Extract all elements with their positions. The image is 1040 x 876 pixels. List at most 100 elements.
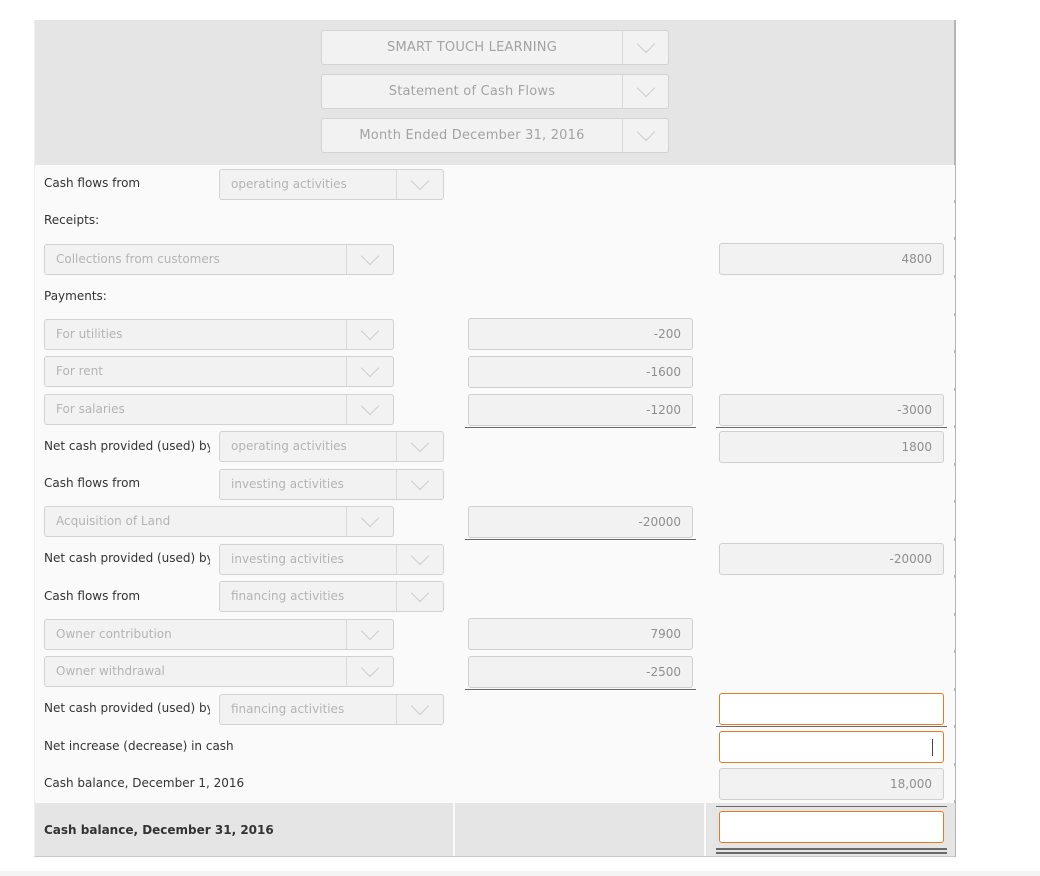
line-item-value: For rent: [56, 364, 103, 378]
row-label: Payments:: [44, 288, 107, 303]
period-value: Month Ended December 31, 2016: [359, 128, 585, 143]
chevron-down-icon[interactable]: [622, 31, 668, 64]
statement-title-select[interactable]: Statement of Cash Flows: [321, 74, 669, 109]
period-select[interactable]: Month Ended December 31, 2016: [321, 118, 669, 153]
activity-type-value: operating activities: [231, 177, 347, 191]
activity-type-value: investing activities: [231, 552, 344, 566]
double-underline-bottom: [716, 852, 947, 854]
activity-type-value: operating activities: [231, 439, 347, 453]
amount-field[interactable]: 7900: [468, 618, 693, 650]
activity-type-select[interactable]: operating activities: [219, 169, 444, 200]
chevron-down-icon[interactable]: [396, 170, 443, 199]
amount-field[interactable]: -1600: [468, 356, 693, 388]
chevron-down-icon[interactable]: [396, 695, 443, 724]
owner-withdrawal-row: Owner withdrawal -2500: [35, 653, 955, 691]
land-row: Acquisition of Land -20000: [35, 503, 955, 541]
owner-contribution-row: Owner contribution 7900: [35, 616, 955, 653]
row-label: Receipts:: [44, 213, 100, 227]
chevron-down-icon[interactable]: [396, 545, 443, 574]
financing-heading-row: Cash flows from financing activities: [35, 578, 955, 616]
receipts-row: Receipts:: [35, 203, 955, 240]
net-increase-input[interactable]: [719, 731, 944, 763]
activity-type-value: financing activities: [231, 702, 345, 716]
utilities-row: For utilities -200: [35, 316, 955, 353]
cash-flow-statement-worksheet: SMART TOUCH LEARNING Statement of Cash F…: [34, 20, 956, 857]
cash-ending-input[interactable]: [719, 811, 944, 843]
payments-row: Payments:: [35, 278, 955, 316]
line-item-select[interactable]: Owner contribution: [44, 619, 394, 650]
row-label: Net cash provided (used) by: [44, 438, 214, 453]
net-increase-row: Net increase (decrease) in cash: [35, 728, 955, 766]
statement-title-value: Statement of Cash Flows: [388, 84, 556, 99]
chevron-down-icon[interactable]: [346, 320, 393, 349]
line-item-value: Owner withdrawal: [56, 664, 165, 678]
company-name-select[interactable]: SMART TOUCH LEARNING: [321, 30, 669, 65]
total-amount-field[interactable]: 18,000: [719, 768, 944, 800]
subtotal-underline: [465, 689, 696, 690]
line-item-value: For utilities: [56, 327, 123, 341]
operating-net-row: Net cash provided (used) by operating ac…: [35, 428, 955, 466]
chevron-down-icon[interactable]: [396, 432, 443, 461]
chevron-down-icon[interactable]: [346, 245, 393, 274]
line-item-value: Acquisition of Land: [56, 514, 171, 528]
row-label: Cash balance, December 1, 2016: [44, 776, 245, 790]
chevron-down-icon[interactable]: [346, 507, 393, 536]
statement-header: SMART TOUCH LEARNING Statement of Cash F…: [35, 20, 954, 165]
amount-field[interactable]: -200: [468, 318, 693, 350]
total-amount-field[interactable]: -20000: [719, 543, 944, 575]
subtotal-underline: [465, 539, 696, 540]
amount-field[interactable]: -1200: [468, 394, 693, 426]
row-label: Cash flows from: [44, 175, 141, 190]
chevron-down-icon[interactable]: [346, 395, 393, 424]
chevron-down-icon[interactable]: [346, 620, 393, 649]
line-item-select[interactable]: Acquisition of Land: [44, 506, 394, 537]
double-underline-top: [716, 848, 947, 850]
line-item-select[interactable]: For utilities: [44, 319, 394, 350]
activity-type-select[interactable]: investing activities: [219, 469, 444, 500]
net-financing-input[interactable]: [719, 693, 944, 725]
activity-type-select[interactable]: financing activities: [219, 581, 444, 612]
activity-type-select[interactable]: operating activities: [219, 431, 444, 462]
row-label: Cash flows from: [44, 476, 141, 490]
row-label: Net increase (decrease) in cash: [44, 738, 234, 753]
total-amount-field[interactable]: 1800: [719, 431, 944, 463]
total-amount-field[interactable]: -3000: [719, 394, 944, 426]
chevron-down-icon[interactable]: [622, 75, 668, 108]
company-name-value: SMART TOUCH LEARNING: [387, 40, 557, 55]
line-item-value: For salaries: [56, 402, 125, 416]
collections-row: Collections from customers 4800: [35, 240, 955, 278]
line-item-select[interactable]: For salaries: [44, 394, 394, 425]
investing-net-row: Net cash provided (used) by investing ac…: [35, 541, 955, 578]
activity-type-select[interactable]: financing activities: [219, 694, 444, 725]
activity-type-select[interactable]: investing activities: [219, 544, 444, 575]
chevron-down-icon[interactable]: [346, 357, 393, 386]
line-item-select[interactable]: Owner withdrawal: [44, 656, 394, 687]
line-item-value: Owner contribution: [56, 627, 172, 641]
row-label: Cash flows from: [44, 588, 141, 603]
line-item-select[interactable]: For rent: [44, 356, 394, 387]
rent-row: For rent -1600: [35, 353, 955, 391]
line-item-select[interactable]: Collections from customers: [44, 244, 394, 275]
subtotal-underline: [716, 726, 947, 727]
text-cursor: [932, 739, 933, 756]
chevron-down-icon[interactable]: [396, 470, 443, 499]
chevron-down-icon[interactable]: [622, 119, 668, 152]
total-amount-field[interactable]: 4800: [719, 243, 944, 275]
operating-heading-row: Cash flows from operating activities: [35, 165, 955, 203]
activity-type-value: financing activities: [231, 589, 345, 603]
salaries-row: For salaries -1200 -3000: [35, 391, 955, 428]
investing-heading-row: Cash flows from investing activities: [35, 466, 955, 503]
row-label: Net cash provided (used) by: [44, 551, 214, 565]
page-bottom-strip: [0, 871, 1040, 876]
amount-field[interactable]: -20000: [468, 506, 693, 538]
chevron-down-icon[interactable]: [396, 582, 443, 611]
line-item-value: Collections from customers: [56, 252, 220, 266]
row-label: Net cash provided (used) by: [44, 701, 214, 715]
chevron-down-icon[interactable]: [346, 657, 393, 686]
activity-type-value: investing activities: [231, 477, 344, 491]
cash-ending-row: Cash balance, December 31, 2016: [35, 803, 955, 856]
row-label: Cash balance, December 31, 2016: [44, 822, 274, 837]
cash-beginning-row: Cash balance, December 1, 2016 18,000: [35, 766, 955, 803]
total-overline: [716, 806, 947, 807]
amount-field[interactable]: -2500: [468, 656, 693, 688]
